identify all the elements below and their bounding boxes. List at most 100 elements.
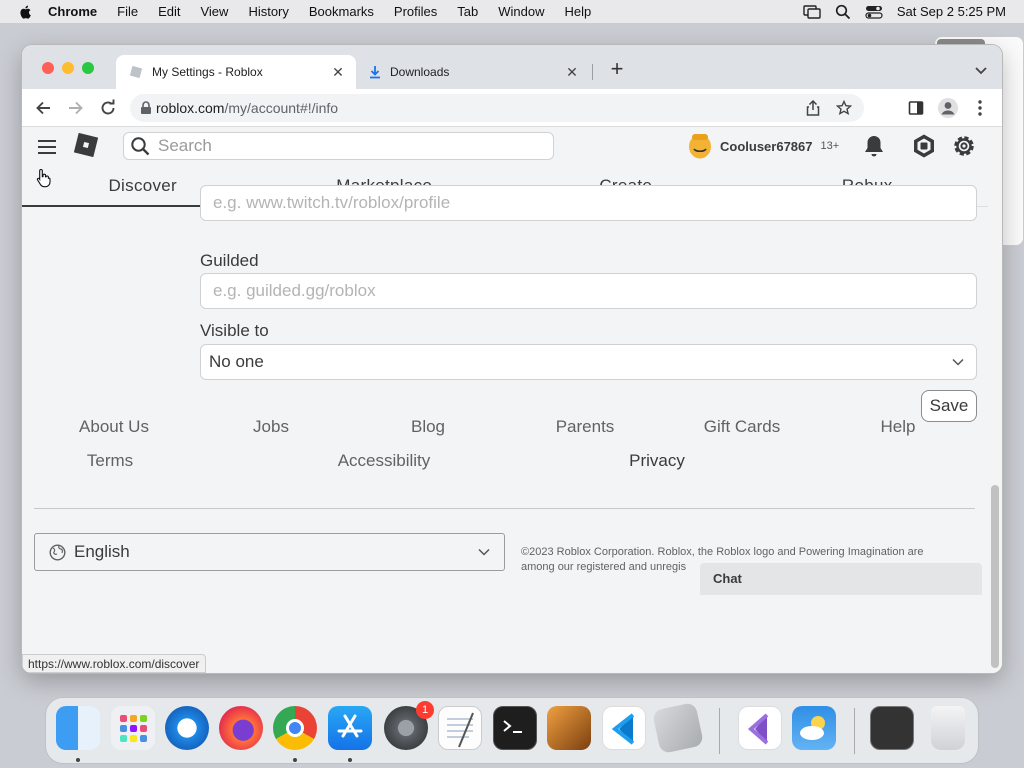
back-arrow-icon[interactable] — [34, 98, 54, 118]
hamburger-menu-icon[interactable] — [38, 139, 56, 155]
garageband-icon[interactable] — [547, 706, 591, 750]
url-path: /my/account#!/info — [224, 100, 339, 116]
search-input[interactable] — [158, 136, 538, 156]
trash-icon[interactable] — [931, 706, 965, 750]
guilded-label: Guilded — [200, 251, 259, 270]
footer-link-privacy[interactable]: Privacy — [629, 451, 685, 471]
footer-link-blog[interactable]: Blog — [411, 417, 445, 437]
minimize-window-button[interactable] — [62, 62, 74, 74]
close-window-button[interactable] — [42, 62, 54, 74]
footer-link-gift-cards[interactable]: Gift Cards — [704, 417, 781, 437]
search-bar[interactable] — [123, 132, 554, 160]
weather-icon[interactable] — [792, 706, 836, 750]
textedit-icon[interactable] — [438, 706, 482, 750]
menubar-clock[interactable]: Sat Sep 2 5:25 PM — [897, 4, 1006, 19]
visible-to-dropdown[interactable]: No one — [200, 344, 977, 380]
visual-studio-icon[interactable] — [738, 706, 782, 750]
tab-my-settings[interactable]: My Settings - Roblox ✕ — [116, 55, 356, 89]
footer-link-jobs[interactable]: Jobs — [253, 417, 289, 437]
screen-mirroring-icon[interactable] — [803, 4, 821, 19]
robux-icon[interactable] — [911, 133, 937, 159]
roblox-favicon-icon — [129, 65, 143, 79]
zoom-window-button[interactable] — [82, 62, 94, 74]
footer-link-parents[interactable]: Parents — [556, 417, 615, 437]
twitch-field[interactable] — [200, 185, 977, 221]
hand-pointer-cursor-icon — [36, 168, 51, 188]
menu-file[interactable]: File — [117, 4, 138, 19]
kebab-menu-icon[interactable] — [978, 100, 982, 116]
roblox-app-icon[interactable] — [651, 701, 705, 755]
app-store-icon[interactable] — [328, 706, 372, 750]
username: Cooluser67867 — [720, 138, 813, 154]
forward-arrow-icon[interactable] — [65, 98, 85, 118]
language-selector[interactable]: English — [34, 533, 505, 571]
footer-link-help[interactable]: Help — [881, 417, 916, 437]
menu-view[interactable]: View — [200, 4, 228, 19]
chevron-down-icon — [952, 358, 964, 366]
control-center-icon[interactable] — [865, 5, 883, 19]
roblox-logo-icon[interactable] — [74, 133, 98, 157]
url-domain: roblox.com — [156, 100, 225, 116]
footer-link-about-us[interactable]: About Us — [79, 417, 149, 437]
new-tab-button[interactable]: + — [607, 58, 627, 80]
tab-search-chevron-icon[interactable] — [974, 63, 988, 77]
language-value: English — [74, 542, 130, 561]
copyright-line-1: ©2023 Roblox Corporation. Roblox, the Ro… — [521, 546, 924, 558]
menu-help[interactable]: Help — [565, 4, 592, 19]
guilded-input[interactable] — [213, 281, 953, 301]
launchpad-icon[interactable] — [111, 706, 155, 750]
screenshot-thumbnail-icon[interactable] — [870, 706, 914, 750]
tab-strip: My Settings - Roblox ✕ Downloads ✕ + — [22, 45, 1002, 89]
chat-bar[interactable]: Chat — [700, 563, 982, 595]
side-panel-icon[interactable] — [908, 100, 924, 116]
safari-icon[interactable] — [165, 706, 209, 750]
apple-icon[interactable] — [18, 4, 34, 20]
macos-menu-bar: Chrome File Edit View History Bookmarks … — [0, 0, 1024, 23]
tab-downloads[interactable]: Downloads ✕ — [358, 55, 590, 89]
footer-link-terms[interactable]: Terms — [87, 451, 133, 471]
menu-profiles[interactable]: Profiles — [394, 4, 437, 19]
roblox-page: Cooluser67867 13+ Discover Marketplace C… — [22, 127, 988, 673]
share-icon[interactable] — [806, 100, 820, 116]
bookmark-star-icon[interactable] — [836, 100, 852, 116]
menu-app-name[interactable]: Chrome — [48, 4, 97, 19]
avatar[interactable] — [688, 133, 712, 159]
guilded-field[interactable] — [200, 273, 977, 309]
menu-edit[interactable]: Edit — [158, 4, 180, 19]
chevron-down-icon — [478, 548, 490, 556]
globe-icon — [49, 543, 66, 561]
scrollbar-thumb[interactable] — [991, 485, 999, 668]
menu-tab[interactable]: Tab — [457, 4, 478, 19]
firefox-icon[interactable] — [219, 706, 263, 750]
page-scrollbar[interactable] — [988, 127, 1002, 673]
visible-to-value: No one — [209, 352, 264, 371]
macos-dock: 1 — [45, 697, 979, 764]
chrome-window: My Settings - Roblox ✕ Downloads ✕ + rob… — [22, 45, 1002, 673]
save-button[interactable]: Save — [921, 390, 977, 422]
menu-bookmarks[interactable]: Bookmarks — [309, 4, 374, 19]
address-bar[interactable]: roblox.com/my/account#!/info — [130, 94, 864, 122]
search-icon — [131, 137, 150, 156]
reload-icon[interactable] — [98, 98, 118, 118]
close-tab-icon[interactable]: ✕ — [564, 64, 580, 80]
spotlight-search-icon[interactable] — [835, 4, 851, 20]
footer-divider — [34, 508, 975, 509]
finder-icon[interactable] — [56, 706, 100, 750]
menu-window[interactable]: Window — [498, 4, 544, 19]
visual-studio-code-icon[interactable] — [602, 706, 646, 750]
settings-gear-icon[interactable] — [951, 133, 977, 159]
profile-avatar-icon[interactable] — [937, 97, 959, 119]
menu-history[interactable]: History — [248, 4, 288, 19]
twitch-input[interactable] — [213, 193, 953, 213]
download-icon — [370, 66, 380, 79]
user-profile-link[interactable]: Cooluser67867 13+ — [688, 133, 839, 159]
chrome-icon[interactable] — [273, 706, 317, 750]
age-badge: 13+ — [820, 140, 840, 152]
lock-icon[interactable] — [140, 101, 152, 115]
terminal-icon[interactable] — [493, 706, 537, 750]
visible-to-label: Visible to — [200, 321, 269, 340]
tab-title: Downloads — [390, 65, 450, 79]
close-tab-icon[interactable]: ✕ — [330, 64, 346, 80]
footer-link-accessibility[interactable]: Accessibility — [338, 451, 431, 471]
notifications-bell-icon[interactable] — [861, 133, 887, 159]
